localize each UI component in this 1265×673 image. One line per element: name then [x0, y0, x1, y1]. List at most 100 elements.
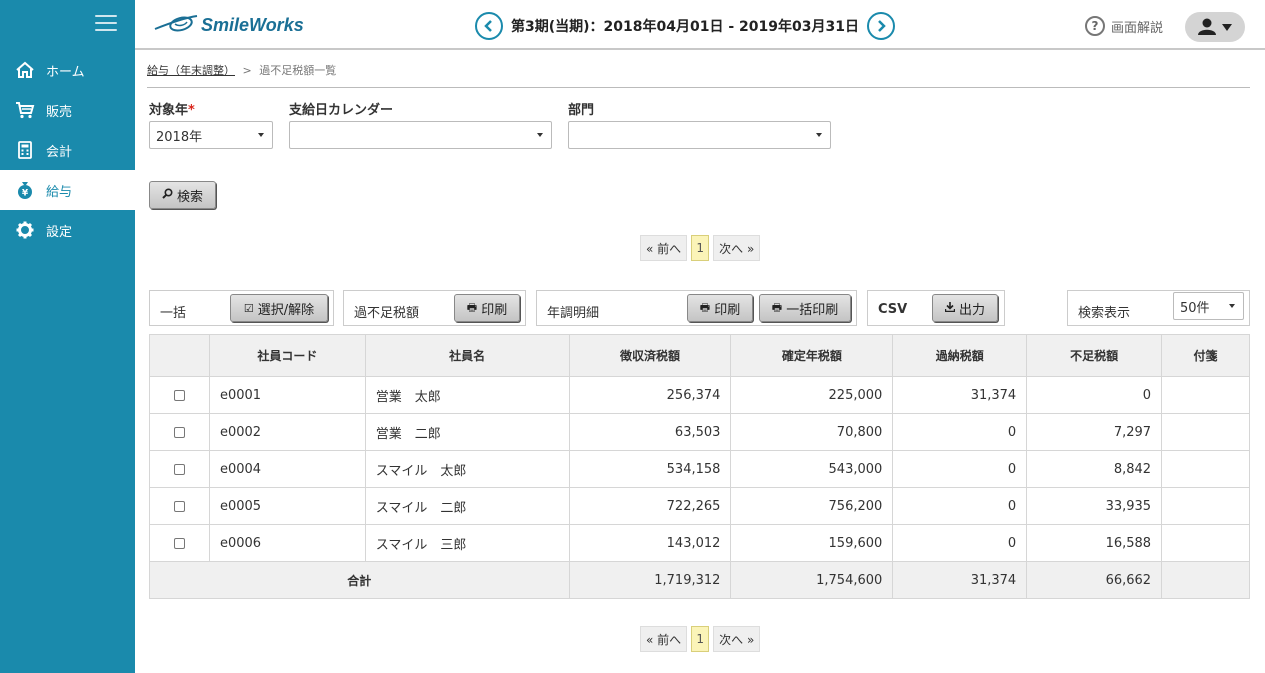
export-label: 出力	[958, 302, 985, 318]
total-confirmed-tax: 1,754,600	[730, 561, 894, 599]
search-button-label: 検索	[176, 189, 203, 205]
row-checkbox[interactable]	[173, 389, 185, 401]
sidebar-item-accounting[interactable]: 会計	[0, 130, 135, 170]
col-header-shortage[interactable]: 不足税額	[1026, 334, 1163, 377]
detail-print-button[interactable]: 🖶 印刷	[687, 294, 753, 322]
user-icon	[1198, 18, 1232, 35]
row-checkbox[interactable]	[173, 426, 185, 438]
department-label: 部門	[568, 103, 595, 118]
col-header-confirmed[interactable]: 確定年税額	[730, 334, 894, 377]
col-header-select	[149, 334, 210, 377]
user-menu-button[interactable]	[1185, 12, 1245, 42]
required-mark: *	[188, 103, 195, 118]
employee-name[interactable]: 営業 二郎	[364, 413, 570, 451]
shortage-label: 過不足税額	[354, 306, 420, 321]
table-row: e0002 営業 二郎 63,503 70,800 0 7,297	[149, 413, 1250, 451]
pager-bottom: « 前へ 1 次へ »	[640, 626, 764, 652]
table-row: e0001 営業 太郎 256,374 225,000 31,374 0	[149, 376, 1250, 414]
sidebar-item-payroll[interactable]: ¥ 給与	[0, 170, 135, 210]
row-checkbox[interactable]	[173, 500, 185, 512]
print-label: 印刷	[481, 302, 508, 318]
note-cell	[1161, 450, 1250, 488]
overpaid-tax: 0	[892, 450, 1028, 488]
select-caret-icon	[258, 133, 264, 137]
help-link[interactable]: ? 画面解説	[1085, 16, 1163, 36]
home-icon	[14, 59, 36, 81]
top-header: SmileWorks 第3期(当期)：2018年04月01日 - 2019年03…	[135, 0, 1265, 50]
csv-export-button[interactable]: 出力	[932, 294, 998, 322]
employee-name[interactable]: スマイル 二郎	[364, 487, 570, 525]
select-toggle-label: 選択/解除	[257, 302, 315, 318]
calendar-label: 支給日カレンダー	[289, 103, 394, 118]
sidebar-item-home[interactable]: ホーム	[0, 50, 135, 90]
row-checkbox[interactable]	[173, 537, 185, 549]
shortage-print-box: 過不足税額 🖶 印刷	[343, 290, 526, 326]
col-header-name[interactable]: 社員名	[364, 334, 570, 377]
table-header-row: 社員コード 社員名 徴収済税額 確定年税額 過納税額 不足税額 付箋	[149, 334, 1250, 377]
next-period-button[interactable]	[866, 12, 895, 40]
sidebar-item-sales[interactable]: 販売	[0, 90, 135, 130]
pager-top: « 前へ 1 次へ »	[640, 235, 764, 261]
display-count-select[interactable]: 50件	[1173, 292, 1244, 320]
row-checkbox-cell	[149, 376, 210, 414]
search-button[interactable]: 検索	[149, 181, 216, 209]
money-bag-icon: ¥	[14, 179, 36, 201]
chevron-left-icon	[484, 20, 492, 32]
row-checkbox[interactable]	[173, 463, 185, 475]
display-count-value: 50件	[1180, 300, 1210, 316]
overpaid-tax: 0	[892, 413, 1028, 451]
checkbox-edit-icon: ☑	[243, 301, 254, 315]
employee-name[interactable]: スマイル 三郎	[364, 524, 570, 562]
shortage-tax: 7,297	[1026, 413, 1163, 451]
select-toggle-button[interactable]: ☑ 選択/解除	[230, 294, 328, 322]
shortage-print-button[interactable]: 🖶 印刷	[454, 294, 520, 322]
breadcrumb-current: 過不足税額一覧	[259, 64, 337, 77]
row-checkbox-cell	[149, 413, 210, 451]
sidebar-item-settings[interactable]: 設定	[0, 210, 135, 250]
page-number[interactable]: 1	[691, 235, 710, 261]
overpaid-tax: 0	[892, 487, 1028, 525]
collected-tax: 143,012	[568, 524, 732, 562]
total-collected-tax: 1,719,312	[568, 561, 732, 599]
total-label: 合計	[149, 561, 570, 599]
sidebar-item-label: 給与	[46, 184, 73, 200]
row-checkbox-cell	[149, 450, 210, 488]
department-select[interactable]	[568, 121, 831, 149]
employee-name[interactable]: スマイル 太郎	[364, 450, 570, 488]
csv-export-box: CSV 出力	[867, 290, 1005, 326]
note-cell	[1161, 524, 1250, 562]
collected-tax: 722,265	[568, 487, 732, 525]
col-header-code[interactable]: 社員コード	[208, 334, 366, 377]
next-page-button[interactable]: 次へ »	[713, 626, 761, 652]
row-checkbox-cell	[149, 487, 210, 525]
next-page-button[interactable]: 次へ »	[713, 235, 761, 261]
question-icon: ?	[1085, 16, 1105, 36]
breadcrumb-parent-link[interactable]: 給与（年末調整）	[147, 64, 235, 77]
tax-adjustment-table: 社員コード 社員名 徴収済税額 確定年税額 過納税額 不足税額 付箋 e0001…	[149, 334, 1250, 599]
hamburger-menu-icon[interactable]	[95, 15, 117, 33]
display-label: 検索表示	[1078, 306, 1131, 321]
prev-period-button[interactable]	[475, 12, 503, 40]
chevron-right-icon	[878, 20, 886, 32]
logo-text: SmileWorks	[201, 14, 304, 35]
gear-icon	[14, 219, 36, 241]
csv-label: CSV	[878, 302, 908, 317]
calendar-select[interactable]	[289, 121, 552, 149]
overpaid-tax: 31,374	[892, 376, 1028, 414]
employee-name[interactable]: 営業 太郎	[364, 376, 570, 414]
note-cell	[1161, 487, 1250, 525]
bulk-print-button[interactable]: 🖶 一括印刷	[759, 294, 851, 322]
col-header-overpaid[interactable]: 過納税額	[892, 334, 1028, 377]
employee-code: e0001	[208, 376, 366, 414]
printer-icon: 🖶	[699, 300, 711, 314]
confirmed-tax: 159,600	[730, 524, 894, 562]
prev-page-button[interactable]: « 前へ	[640, 626, 688, 652]
search-icon	[162, 188, 173, 202]
col-header-collected[interactable]: 徴収済税額	[568, 334, 732, 377]
logo[interactable]: SmileWorks	[153, 12, 304, 38]
year-select[interactable]: 2018年	[149, 121, 273, 149]
page-number[interactable]: 1	[691, 626, 710, 652]
confirmed-tax: 70,800	[730, 413, 894, 451]
fiscal-period-selector: 第3期(当期)：2018年04月01日 - 2019年03月31日	[475, 12, 895, 40]
prev-page-button[interactable]: « 前へ	[640, 235, 688, 261]
